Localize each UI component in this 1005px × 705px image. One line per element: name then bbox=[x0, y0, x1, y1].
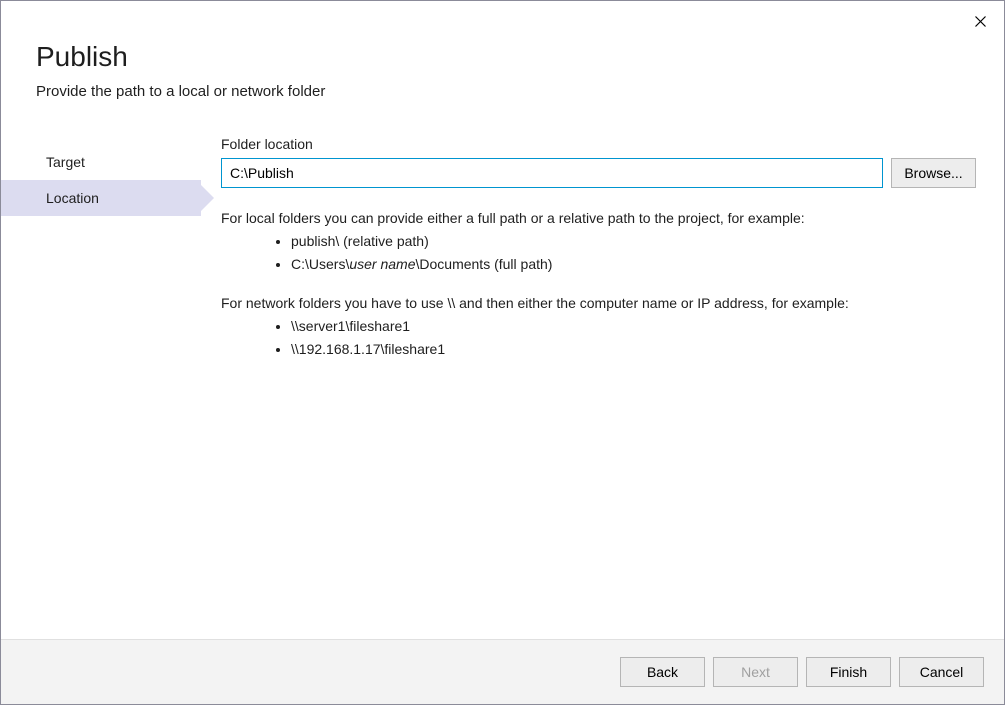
sidebar-item-label: Location bbox=[46, 190, 99, 206]
back-button[interactable]: Back bbox=[620, 657, 705, 687]
help-local-list: publish\ (relative path) C:\Users\user n… bbox=[221, 231, 976, 275]
help-network-example: \\192.168.1.17\fileshare1 bbox=[291, 339, 976, 360]
finish-button[interactable]: Finish bbox=[806, 657, 891, 687]
help-network-example: \\server1\fileshare1 bbox=[291, 316, 976, 337]
browse-button[interactable]: Browse... bbox=[891, 158, 976, 188]
help-network-list: \\server1\fileshare1 \\192.168.1.17\file… bbox=[221, 316, 976, 360]
help-local-example: C:\Users\user name\Documents (full path) bbox=[291, 254, 976, 275]
folder-location-input[interactable] bbox=[221, 158, 883, 188]
dialog-subtitle: Provide the path to a local or network f… bbox=[36, 83, 969, 100]
dialog-footer: Back Next Finish Cancel bbox=[1, 639, 1004, 704]
next-button: Next bbox=[713, 657, 798, 687]
cancel-button[interactable]: Cancel bbox=[899, 657, 984, 687]
sidebar-item-label: Target bbox=[46, 154, 85, 170]
close-icon[interactable] bbox=[968, 9, 992, 33]
wizard-sidebar: Target Location bbox=[1, 136, 201, 639]
content-area: Target Location Folder location Browse..… bbox=[1, 118, 1004, 639]
dialog-header: Publish Provide the path to a local or n… bbox=[1, 1, 1004, 118]
help-text: For local folders you can provide either… bbox=[221, 208, 976, 360]
help-local-intro: For local folders you can provide either… bbox=[221, 208, 976, 229]
folder-input-row: Browse... bbox=[221, 158, 976, 188]
help-network-intro: For network folders you have to use \\ a… bbox=[221, 293, 976, 314]
main-panel: Folder location Browse... For local fold… bbox=[201, 136, 1004, 639]
sidebar-item-target[interactable]: Target bbox=[1, 144, 201, 180]
dialog-title: Publish bbox=[36, 41, 969, 73]
help-local-example: publish\ (relative path) bbox=[291, 231, 976, 252]
sidebar-item-location[interactable]: Location bbox=[1, 180, 201, 216]
folder-location-label: Folder location bbox=[221, 136, 976, 152]
